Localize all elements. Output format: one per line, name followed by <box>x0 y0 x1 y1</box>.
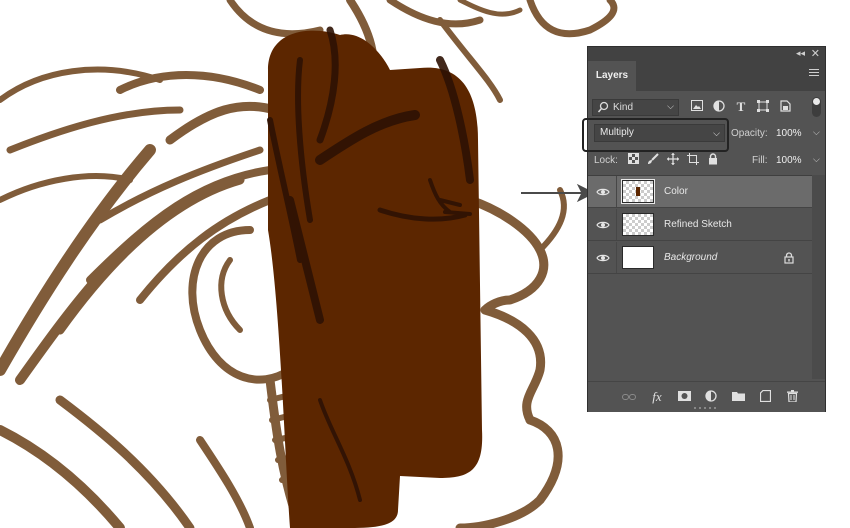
sketch-stroke <box>218 257 243 333</box>
new-layer-icon[interactable] <box>757 389 773 404</box>
layers-list: Color Refined Sketch Background <box>588 175 812 380</box>
layer-row-refined-sketch[interactable]: Refined Sketch <box>588 209 812 241</box>
lock-transparent-pixels-icon[interactable] <box>626 153 640 167</box>
sketch-stroke <box>457 0 523 17</box>
layer-name[interactable]: Color <box>664 186 688 197</box>
kind-filter-select[interactable]: Kind ⌵ <box>592 99 679 116</box>
sketch-stroke <box>0 425 125 528</box>
chevron-down-icon[interactable]: ⌵ <box>813 127 820 138</box>
sketch-stroke <box>55 175 245 335</box>
smart-object-filter-icon[interactable] <box>778 100 792 114</box>
opacity-label: Opacity: <box>731 128 768 139</box>
layer-name[interactable]: Background <box>664 252 717 263</box>
layers-panel: ◂◂ ✕ Layers Kind ⌵ T Multiply ⌵ Opacity:… <box>582 46 826 412</box>
chevron-down-icon[interactable]: ⌵ <box>813 154 820 165</box>
link-layers-icon[interactable] <box>621 390 637 404</box>
fx-icon[interactable]: fx <box>649 390 665 404</box>
kind-filter-label: Kind <box>613 102 634 113</box>
type-filter-icon[interactable]: T <box>734 100 748 114</box>
sketch-stroke <box>165 101 280 145</box>
blend-mode-select[interactable]: Multiply ⌵ <box>594 124 725 142</box>
lock-position-icon[interactable] <box>666 153 680 167</box>
layer-thumbnail[interactable] <box>622 213 654 236</box>
eye-visibility-icon[interactable] <box>596 251 610 265</box>
eye-visibility-icon[interactable] <box>596 185 610 199</box>
panel-titlebar[interactable]: ◂◂ ✕ <box>588 47 825 61</box>
double-chevron-icon[interactable]: ◂◂ <box>796 48 805 59</box>
lock-image-pixels-icon[interactable] <box>646 153 660 167</box>
adjustment-layer-icon[interactable] <box>703 390 719 404</box>
sketch-stroke <box>537 187 567 253</box>
eye-visibility-icon[interactable] <box>596 218 610 232</box>
shape-filter-icon[interactable] <box>756 100 770 114</box>
tab-layers[interactable]: Layers <box>588 61 636 91</box>
lock-artboard-icon[interactable] <box>686 153 700 167</box>
new-group-icon[interactable] <box>730 390 746 404</box>
sketch-stroke <box>196 436 254 528</box>
sketch-stroke <box>480 305 546 425</box>
close-icon[interactable]: ✕ <box>811 47 820 60</box>
lock-all-icon[interactable] <box>706 153 720 167</box>
fill-field[interactable]: 100% <box>776 155 802 166</box>
panel-tab-row: Layers <box>588 61 825 91</box>
sketch-stroke <box>226 0 324 38</box>
sketch-stroke <box>6 106 184 154</box>
add-mask-icon[interactable] <box>676 390 692 404</box>
lock-icon[interactable] <box>784 252 794 264</box>
sketch-stroke <box>0 144 156 376</box>
layers-scrollbar[interactable] <box>812 175 825 379</box>
layer-thumbnail[interactable] <box>621 179 655 204</box>
annotation-arrow <box>521 183 596 203</box>
image-filter-icon[interactable] <box>690 100 704 114</box>
layer-name[interactable]: Refined Sketch <box>664 219 732 230</box>
sketch-stroke <box>55 395 195 528</box>
hamburger-menu-icon[interactable] <box>809 69 819 79</box>
chevron-down-icon: ⌵ <box>667 101 674 111</box>
layer-row-color[interactable]: Color <box>588 176 812 208</box>
opacity-field[interactable]: 100% <box>776 128 802 139</box>
chevron-down-icon: ⌵ <box>713 128 720 138</box>
adjustment-filter-icon[interactable] <box>712 100 726 114</box>
layer-thumbnail[interactable] <box>622 246 654 269</box>
layer-row-background[interactable]: Background <box>588 242 812 274</box>
search-icon <box>597 101 609 113</box>
delete-icon[interactable] <box>784 390 800 404</box>
sketch-stroke <box>465 195 549 315</box>
lock-label: Lock: <box>594 155 618 166</box>
blend-mode-value: Multiply <box>600 127 634 138</box>
filter-toggle-switch[interactable] <box>812 97 821 117</box>
resize-grip[interactable] <box>694 407 720 410</box>
fill-label: Fill: <box>752 155 768 166</box>
sketch-stroke <box>526 0 618 38</box>
